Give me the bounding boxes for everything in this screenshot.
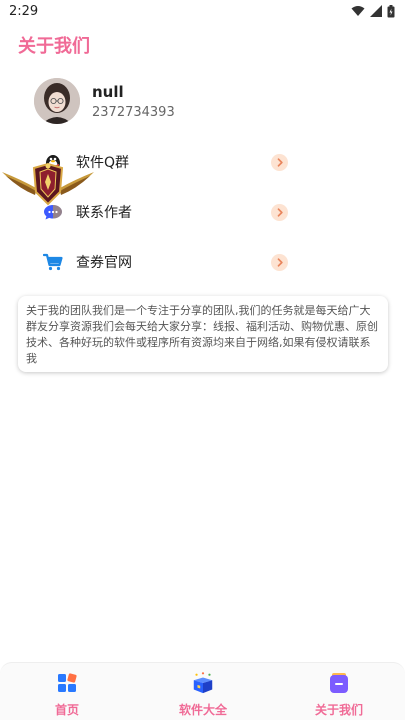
- tab-about-us[interactable]: 关于我们: [299, 671, 379, 718]
- home-grid-icon: [55, 671, 79, 695]
- chevron-right-icon: [271, 153, 288, 171]
- tab-home-label: 首页: [54, 703, 79, 717]
- wifi-icon: [351, 6, 365, 16]
- shopping-cart-icon: [42, 251, 64, 273]
- status-bar: 2:29: [0, 0, 405, 22]
- menu-item-coupon-website[interactable]: 查券官网: [0, 247, 405, 277]
- about-description-card: 关于我的团队我们是一个专注于分享的团队,我们的任务就是每天给广大群友分享资源我们…: [18, 296, 388, 372]
- tab-home[interactable]: 首页: [27, 671, 107, 718]
- profile-id: 2372734393: [92, 104, 175, 120]
- chevron-right-icon: [271, 253, 288, 271]
- profile-name: null: [92, 82, 124, 101]
- menu-item-contact-author[interactable]: 联系作者: [0, 197, 405, 227]
- bottom-nav: 首页 软件大全 关于我们: [0, 662, 405, 720]
- battery-icon: [387, 4, 395, 17]
- status-icons: [351, 4, 395, 18]
- profile-header: null 2372734393: [34, 78, 175, 124]
- tab-software-collection[interactable]: 软件大全: [163, 671, 243, 718]
- menu-label: 联系作者: [76, 205, 132, 221]
- status-time: 2:29: [9, 3, 39, 19]
- page-title: 关于我们: [18, 36, 90, 57]
- tab-software-collection-label: 软件大全: [178, 703, 227, 717]
- chat-bubble-icon: [42, 201, 64, 223]
- about-description-text: 关于我的团队我们是一个专注于分享的团队,我们的任务就是每天给广大群友分享资源我们…: [26, 304, 378, 365]
- chevron-right-icon: [271, 203, 288, 221]
- about-card-icon: [327, 671, 351, 695]
- avatar[interactable]: [34, 78, 80, 124]
- gift-box-icon: [191, 671, 215, 695]
- tab-about-us-label: 关于我们: [314, 703, 363, 717]
- signal-icon: [370, 5, 382, 17]
- menu-label: 查券官网: [76, 255, 132, 271]
